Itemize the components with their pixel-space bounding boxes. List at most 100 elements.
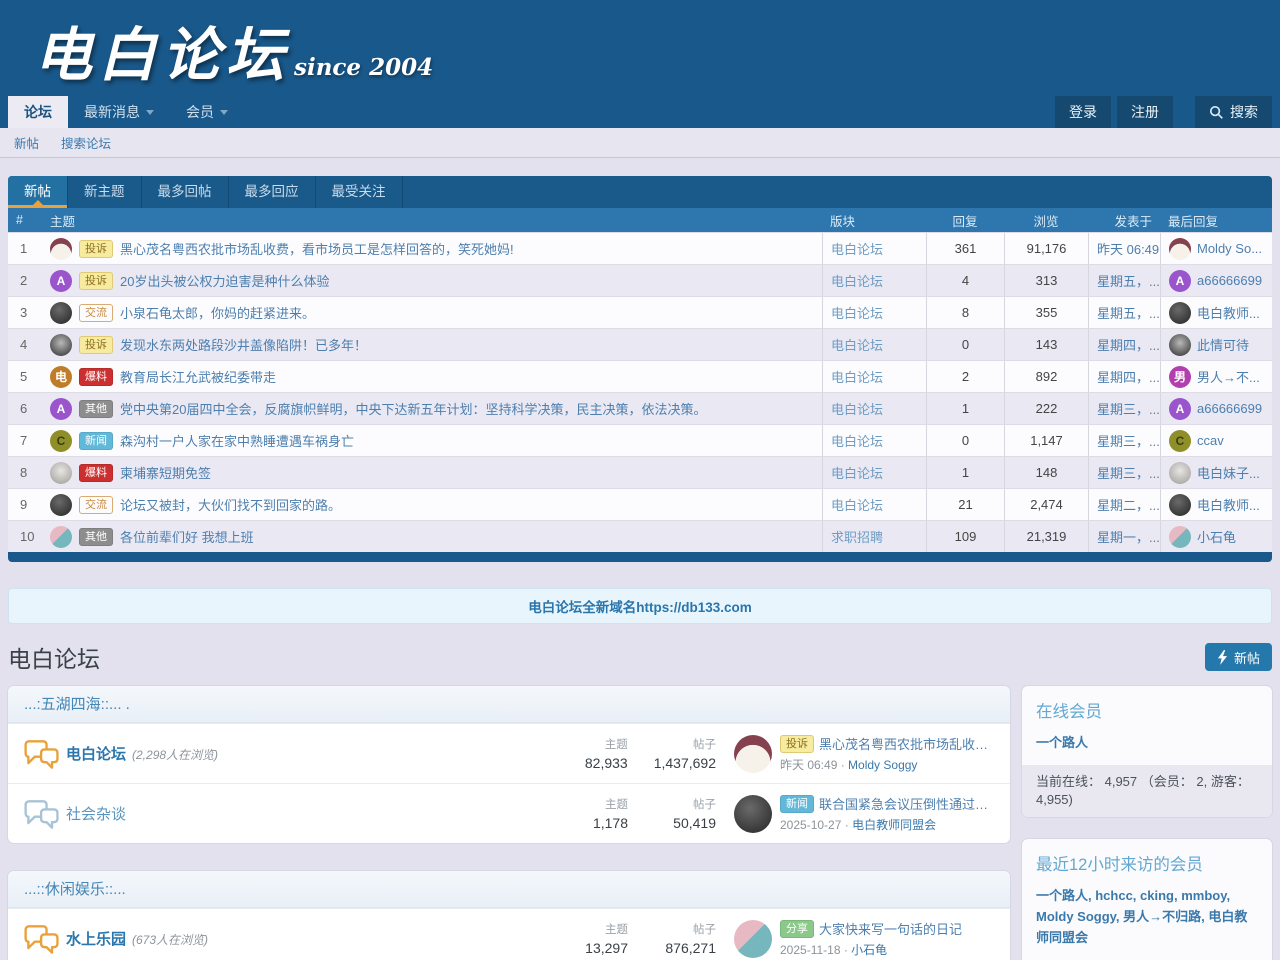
avatar[interactable]: 男 <box>1169 366 1191 388</box>
register-button[interactable]: 注册 <box>1117 96 1173 128</box>
avatar[interactable]: A <box>1169 398 1191 420</box>
avatar[interactable]: A <box>50 398 72 420</box>
widget-tab-4[interactable]: 最受关注 <box>316 176 403 208</box>
last-post-user-link[interactable]: 小石龟 <box>851 943 887 957</box>
avatar[interactable] <box>1169 494 1191 516</box>
site-logo[interactable]: 电白论坛since 2004 <box>34 8 433 92</box>
recent-visitors-links[interactable]: 一个路人, hchcc, cking, mmboy, Moldy Soggy, … <box>1036 888 1247 945</box>
board-link[interactable]: 电白论坛 <box>831 399 883 418</box>
topic-title-link[interactable]: 党中央第20届四中全会，反腐旗帜鲜明，中央下达新五年计划：坚持科学决策，民主决策… <box>120 399 706 418</box>
board-link[interactable]: 求职招聘 <box>831 527 883 546</box>
topic-tag[interactable]: 爆料 <box>79 464 113 482</box>
last-reply-user-link[interactable]: 电白教师... <box>1197 303 1260 322</box>
avatar[interactable]: C <box>50 430 72 452</box>
board-link[interactable]: 电白论坛 <box>831 335 883 354</box>
category-title[interactable]: ...:五湖四海::... . <box>8 686 1010 723</box>
new-post-button[interactable]: 新帖 <box>1205 643 1272 671</box>
last-reply-user-link[interactable]: 电白妹子... <box>1197 463 1260 482</box>
topic-tag[interactable]: 交流 <box>79 496 113 514</box>
widget-tab-0[interactable]: 新帖 <box>8 176 68 208</box>
avatar[interactable]: A <box>1169 270 1191 292</box>
last-post-user-link[interactable]: 电白教师同盟会 <box>852 818 936 832</box>
last-reply-user-link[interactable]: ccav <box>1197 433 1224 448</box>
posted-date-link[interactable]: 星期三，... <box>1097 431 1160 450</box>
posted-date-link[interactable]: 星期二，... <box>1097 495 1160 514</box>
topic-title-link[interactable]: 小泉石龟太郎，你妈的赶紧进来。 <box>120 303 315 322</box>
avatar[interactable]: A <box>50 270 72 292</box>
avatar[interactable] <box>1169 462 1191 484</box>
topic-title-link[interactable]: 黑心茂名粤西农批市场乱收费，看市场员工是怎样回答的，笑死她妈! <box>120 239 514 258</box>
widget-tab-1[interactable]: 新主题 <box>68 176 142 208</box>
board-link[interactable]: 电白论坛 <box>831 271 883 290</box>
subnav-search-forums[interactable]: 搜索论坛 <box>61 133 111 152</box>
last-post-title-link[interactable]: 黑心茂名粤西农批市场乱收… <box>819 734 988 753</box>
topic-tag[interactable]: 投诉 <box>79 240 113 258</box>
last-reply-user-link[interactable]: 男人→不... <box>1197 367 1260 386</box>
posted-date-link[interactable]: 星期一，... <box>1097 527 1160 546</box>
search-button[interactable]: 搜索 <box>1195 96 1272 128</box>
posted-date-link[interactable]: 星期三，... <box>1097 463 1160 482</box>
avatar[interactable] <box>50 302 72 324</box>
topic-tag[interactable]: 投诉 <box>79 272 113 290</box>
posted-date-link[interactable]: 星期四，... <box>1097 367 1160 386</box>
posted-date-link[interactable]: 昨天 06:49 <box>1097 239 1159 258</box>
avatar[interactable]: 电 <box>50 366 72 388</box>
last-post-title-link[interactable]: 联合国紧急会议压倒性通过… <box>819 794 988 813</box>
login-button[interactable]: 登录 <box>1055 96 1111 128</box>
forum-name-link[interactable]: 电白论坛 <box>66 746 126 763</box>
widget-tab-3[interactable]: 最多回应 <box>229 176 316 208</box>
widget-tab-2[interactable]: 最多回帖 <box>142 176 229 208</box>
posted-date-link[interactable]: 星期五，... <box>1097 271 1160 290</box>
board-link[interactable]: 电白论坛 <box>831 463 883 482</box>
posted-date-link[interactable]: 星期三，... <box>1097 399 1160 418</box>
topic-tag[interactable]: 其他 <box>79 400 113 418</box>
topic-title-link[interactable]: 森沟村一户人家在家中熟睡遭遇车祸身亡 <box>120 431 354 450</box>
avatar[interactable] <box>734 795 772 833</box>
topic-tag[interactable]: 投诉 <box>79 336 113 354</box>
board-link[interactable]: 电白论坛 <box>831 303 883 322</box>
posted-date-link[interactable]: 星期四，... <box>1097 335 1160 354</box>
avatar[interactable] <box>1169 334 1191 356</box>
last-reply-user-link[interactable]: a66666699 <box>1197 401 1262 416</box>
topic-tag[interactable]: 新闻 <box>79 432 113 450</box>
board-link[interactable]: 电白论坛 <box>831 367 883 386</box>
avatar[interactable] <box>50 334 72 356</box>
topic-title-link[interactable]: 发现水东两处路段沙井盖像陷阱！已多年！ <box>120 335 367 354</box>
nav-tab-news[interactable]: 最新消息 <box>68 96 170 128</box>
board-link[interactable]: 电白论坛 <box>831 239 883 258</box>
nav-tab-members[interactable]: 会员 <box>170 96 244 128</box>
posted-date-link[interactable]: 星期五，... <box>1097 303 1160 322</box>
last-post-tag[interactable]: 新闻 <box>780 795 814 813</box>
last-post-title-link[interactable]: 大家快来写一句话的日记 <box>819 919 962 938</box>
topic-title-link[interactable]: 柬埔寨短期免签 <box>120 463 211 482</box>
avatar[interactable] <box>734 920 772 958</box>
topic-title-link[interactable]: 论坛又被封，大伙们找不到回家的路。 <box>120 495 341 514</box>
avatar[interactable] <box>50 238 72 260</box>
subnav-new-posts[interactable]: 新帖 <box>14 133 39 152</box>
topic-tag[interactable]: 交流 <box>79 304 113 322</box>
avatar[interactable] <box>1169 526 1191 548</box>
online-member-link[interactable]: 一个路人 <box>1036 735 1088 750</box>
topic-title-link[interactable]: 20岁出头被公权力迫害是种什么体验 <box>120 271 329 290</box>
avatar[interactable] <box>50 462 72 484</box>
last-post-tag[interactable]: 分享 <box>780 920 814 938</box>
nav-tab-forum[interactable]: 论坛 <box>8 96 68 128</box>
avatar[interactable] <box>50 494 72 516</box>
last-reply-user-link[interactable]: 小石龟 <box>1197 527 1236 546</box>
avatar[interactable] <box>1169 302 1191 324</box>
board-link[interactable]: 电白论坛 <box>831 495 883 514</box>
avatar[interactable] <box>734 735 772 773</box>
last-post-user-link[interactable]: Moldy Soggy <box>848 758 917 772</box>
topic-title-link[interactable]: 各位前辈们好 我想上班 <box>120 527 254 546</box>
last-reply-user-link[interactable]: a66666699 <box>1197 273 1262 288</box>
last-reply-user-link[interactable]: 此情可待 <box>1197 335 1249 354</box>
board-link[interactable]: 电白论坛 <box>831 431 883 450</box>
forum-name-link[interactable]: 水上乐园 <box>66 931 126 948</box>
forum-name-link[interactable]: 社会杂谈 <box>66 806 126 823</box>
recent-visitors-title[interactable]: 最近12小时来访的会员 <box>1022 839 1272 883</box>
topic-tag[interactable]: 爆料 <box>79 368 113 386</box>
avatar[interactable] <box>50 526 72 548</box>
last-reply-user-link[interactable]: 电白教师... <box>1197 495 1260 514</box>
notice-link[interactable]: 电白论坛全新域名https://db133.com <box>528 596 752 616</box>
category-title[interactable]: ...::休闲娱乐::... <box>8 871 1010 908</box>
